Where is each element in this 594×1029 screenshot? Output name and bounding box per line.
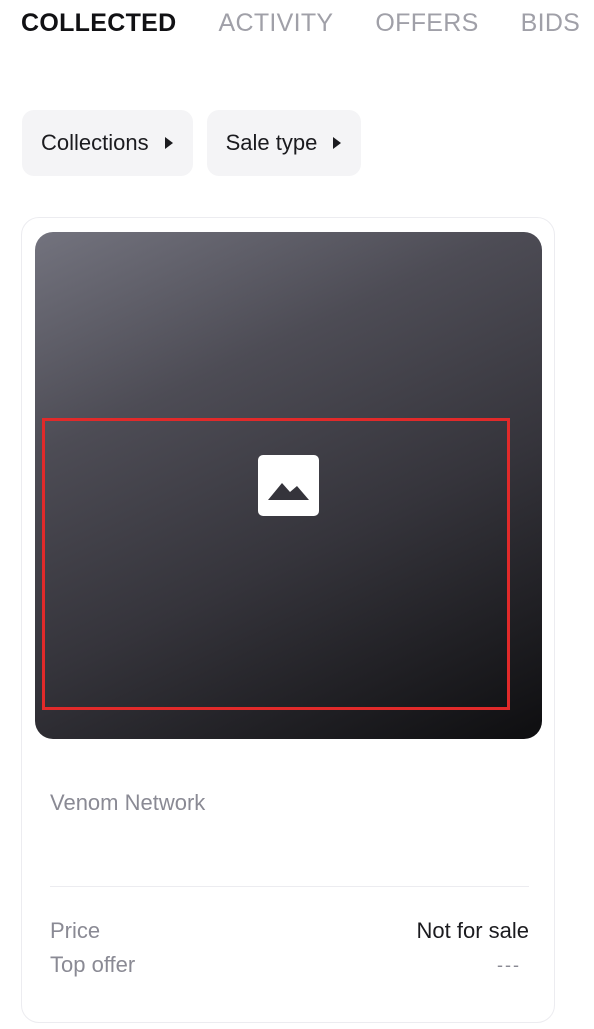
nft-card-media[interactable] <box>35 232 542 739</box>
image-placeholder-icon <box>258 455 319 516</box>
caret-right-icon <box>333 137 342 149</box>
price-value: Not for sale <box>416 918 530 943</box>
tab-bids[interactable]: BIDS <box>521 9 581 38</box>
card-divider <box>50 886 529 887</box>
sale-type-filter-label: Sale type <box>225 130 318 155</box>
top-offer-label: Top offer <box>50 952 136 977</box>
tab-activity[interactable]: ACTIVITY <box>218 9 333 38</box>
top-offer-value: --- <box>497 954 521 975</box>
price-row: Price Not for sale <box>50 918 529 944</box>
nft-collection-name[interactable]: Venom Network <box>50 790 205 816</box>
collections-filter-label: Collections <box>41 130 149 155</box>
top-offer-row: Top offer --- <box>50 952 529 978</box>
filter-bar: Collections Sale type <box>22 110 362 176</box>
caret-right-icon <box>164 137 173 149</box>
collections-filter-button[interactable]: Collections <box>22 110 193 176</box>
nft-card[interactable]: Venom Network Price Not for sale Top off… <box>21 217 555 1023</box>
profile-tabs: COLLECTED ACTIVITY OFFERS BIDS <box>21 8 594 38</box>
price-label: Price <box>50 918 101 943</box>
tab-offers[interactable]: OFFERS <box>375 9 478 38</box>
sale-type-filter-button[interactable]: Sale type <box>206 110 362 176</box>
tab-collected[interactable]: COLLECTED <box>21 9 176 38</box>
